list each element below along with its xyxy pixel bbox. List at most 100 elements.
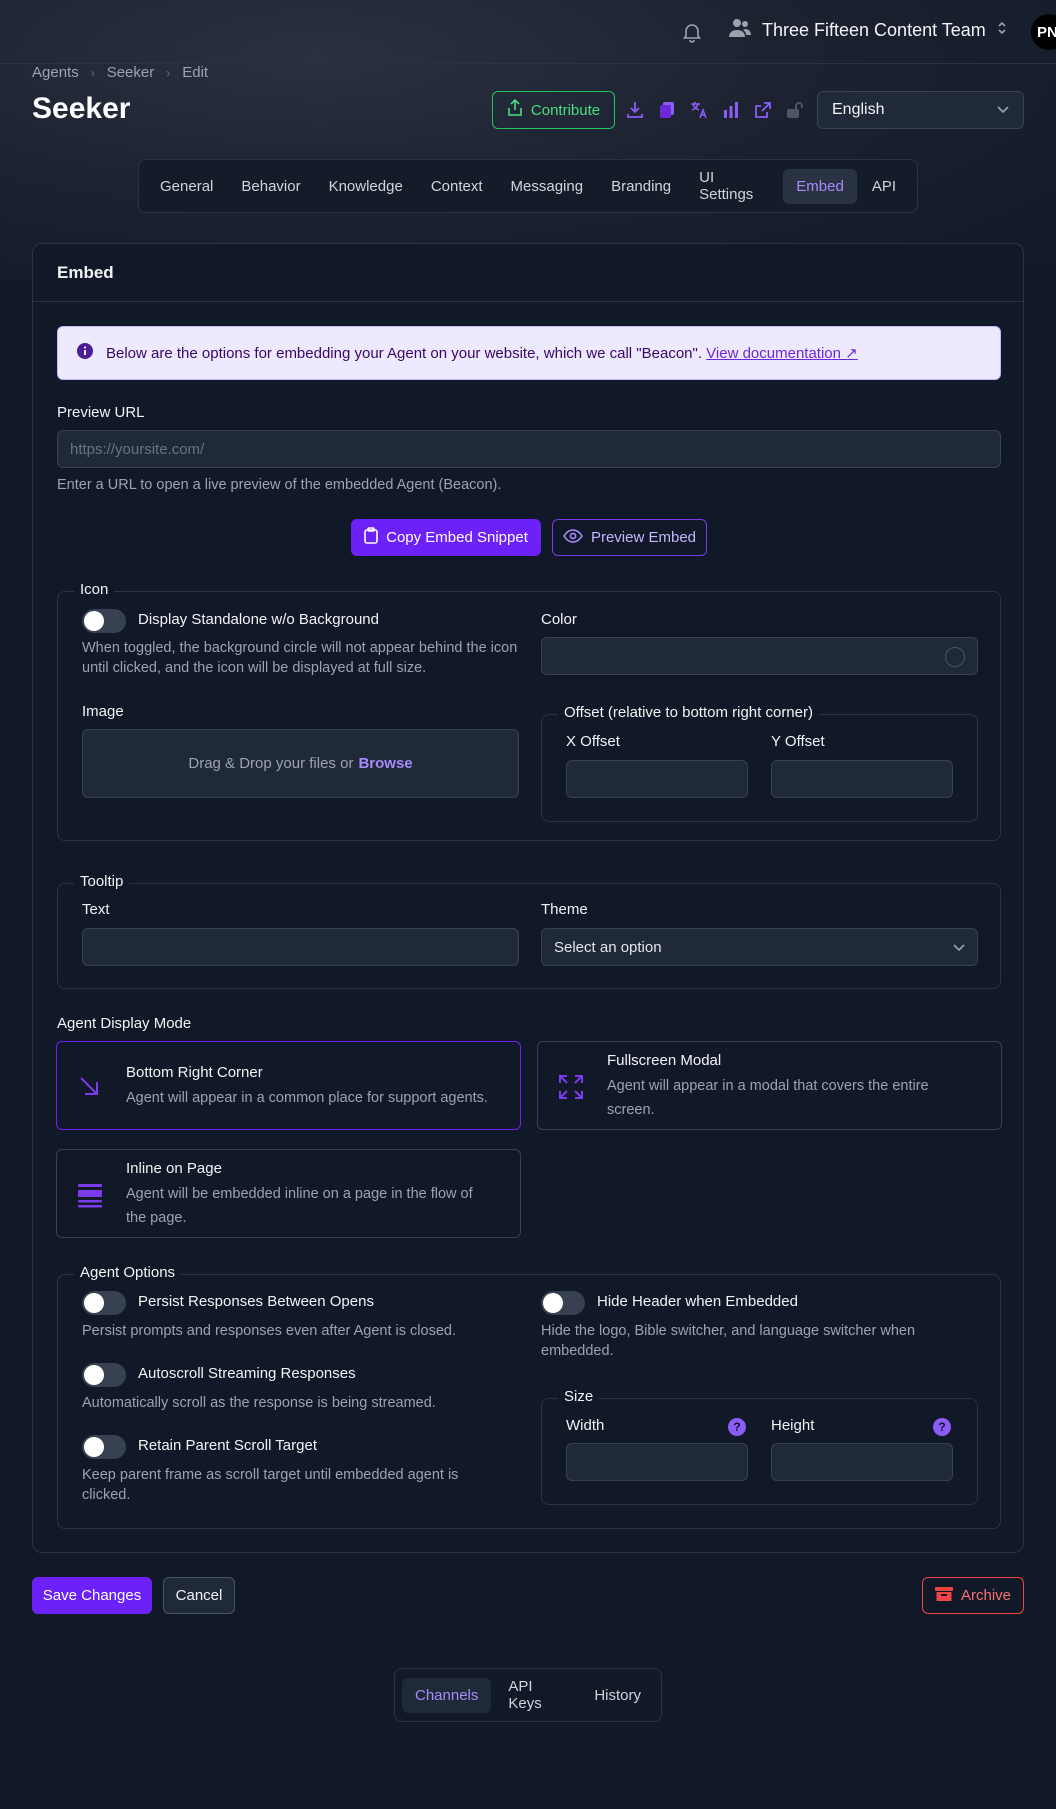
tab-channels[interactable]: Channels bbox=[402, 1677, 492, 1713]
embed-card: Embed Below are the options for embeddin… bbox=[32, 243, 1024, 1553]
card-title: Embed bbox=[33, 244, 1023, 302]
preview-url-input[interactable]: https://yoursite.com/ bbox=[57, 430, 1001, 468]
bottom-tabs: Channels API Keys History bbox=[394, 1668, 662, 1722]
breadcrumb-agents[interactable]: Agents bbox=[32, 64, 79, 81]
height-label: Height bbox=[771, 1417, 815, 1434]
image-label: Image bbox=[82, 703, 124, 720]
tab-branding[interactable]: Branding bbox=[598, 169, 684, 204]
mode-title: Bottom Right Corner bbox=[126, 1064, 263, 1081]
agent-options-fieldset: Agent Options Persist Responses Between … bbox=[57, 1264, 1001, 1529]
avatar[interactable]: PN bbox=[1031, 14, 1056, 50]
expand-icon bbox=[556, 1072, 586, 1102]
color-swatch-icon bbox=[945, 647, 965, 667]
info-icon bbox=[76, 342, 94, 364]
bell-icon[interactable] bbox=[680, 20, 704, 44]
mode-fullscreen-modal[interactable]: Fullscreen Modal Agent will appear in a … bbox=[537, 1041, 1002, 1130]
tab-behavior[interactable]: Behavior bbox=[228, 169, 313, 204]
team-switcher[interactable]: Three Fifteen Content Team bbox=[728, 18, 1008, 43]
persist-responses-hint: Persist prompts and responses even after… bbox=[82, 1323, 456, 1339]
retain-scroll-label: Retain Parent Scroll Target bbox=[138, 1437, 317, 1454]
chart-icon[interactable] bbox=[720, 99, 742, 121]
download-icon[interactable] bbox=[624, 99, 646, 121]
chevron-right-icon: › bbox=[90, 65, 95, 80]
tooltip-fieldset: Tooltip Text Theme Select an option bbox=[57, 873, 1001, 989]
language-select[interactable]: English bbox=[817, 91, 1024, 129]
language-value: English bbox=[832, 101, 885, 118]
mode-inline-on-page[interactable]: Inline on Page Agent will be embedded in… bbox=[56, 1149, 521, 1238]
share-icon bbox=[507, 98, 523, 121]
hide-header-label: Hide Header when Embedded bbox=[597, 1293, 798, 1310]
tab-embed[interactable]: Embed bbox=[783, 168, 857, 204]
x-offset-label: X Offset bbox=[566, 733, 620, 750]
tooltip-theme-select[interactable]: Select an option bbox=[541, 928, 978, 966]
tab-context[interactable]: Context bbox=[418, 169, 496, 204]
autoscroll-label: Autoscroll Streaming Responses bbox=[138, 1365, 356, 1382]
persist-responses-toggle[interactable] bbox=[82, 1291, 126, 1315]
translate-icon[interactable] bbox=[688, 99, 710, 121]
preview-url-hint: Enter a URL to open a live preview of th… bbox=[57, 477, 502, 493]
external-link-icon[interactable] bbox=[752, 99, 774, 121]
autoscroll-hint: Automatically scroll as the response is … bbox=[82, 1395, 436, 1411]
copy-embed-snippet-label: Copy Embed Snippet bbox=[386, 529, 528, 546]
preview-url-label: Preview URL bbox=[57, 404, 145, 421]
mode-title: Fullscreen Modal bbox=[607, 1052, 722, 1069]
agent-options-legend: Agent Options bbox=[74, 1264, 182, 1281]
chevron-updown-icon bbox=[996, 20, 1008, 41]
tooltip-legend: Tooltip bbox=[74, 873, 130, 890]
tooltip-text-label: Text bbox=[82, 901, 110, 918]
info-banner: Below are the options for embedding your… bbox=[57, 326, 1001, 380]
mode-title: Inline on Page bbox=[126, 1160, 222, 1177]
contribute-button[interactable]: Contribute bbox=[492, 91, 615, 129]
tab-api[interactable]: API bbox=[859, 169, 909, 204]
y-offset-input[interactable] bbox=[771, 760, 953, 798]
preview-embed-button[interactable]: Preview Embed bbox=[552, 519, 707, 556]
standalone-label: Display Standalone w/o Background bbox=[138, 611, 379, 628]
tooltip-theme-value: Select an option bbox=[554, 938, 662, 956]
team-name: Three Fifteen Content Team bbox=[762, 20, 986, 40]
tab-knowledge[interactable]: Knowledge bbox=[316, 169, 416, 204]
chevron-down-icon bbox=[953, 939, 965, 956]
tab-api-keys[interactable]: API Keys bbox=[495, 1669, 577, 1721]
contribute-label: Contribute bbox=[530, 101, 601, 119]
display-mode-label: Agent Display Mode bbox=[57, 1015, 192, 1032]
chevron-down-icon bbox=[997, 101, 1009, 119]
icon-legend: Icon bbox=[74, 581, 115, 598]
retain-scroll-toggle[interactable] bbox=[82, 1435, 126, 1459]
size-legend: Size bbox=[558, 1388, 600, 1405]
tooltip-text-input[interactable] bbox=[82, 928, 519, 966]
tab-messaging[interactable]: Messaging bbox=[498, 169, 597, 204]
lock-icon[interactable] bbox=[784, 99, 806, 121]
tab-history[interactable]: History bbox=[581, 1678, 654, 1713]
retain-scroll-hint: Keep parent frame as scroll target until… bbox=[82, 1467, 459, 1503]
hide-header-toggle[interactable] bbox=[541, 1291, 585, 1315]
browse-link[interactable]: Browse bbox=[358, 755, 412, 772]
top-bar: Three Fifteen Content Team PN bbox=[0, 0, 1056, 64]
image-dropzone[interactable]: Drag & Drop your files or Browse bbox=[82, 729, 519, 798]
height-input[interactable] bbox=[771, 1443, 953, 1481]
mode-bottom-right-corner[interactable]: Bottom Right Corner Agent will appear in… bbox=[56, 1041, 521, 1130]
standalone-toggle[interactable] bbox=[82, 609, 126, 633]
archive-button[interactable]: Archive bbox=[922, 1577, 1024, 1614]
eye-icon bbox=[563, 528, 583, 547]
help-icon[interactable]: ? bbox=[933, 1418, 951, 1436]
info-text: Below are the options for embedding your… bbox=[106, 345, 702, 362]
copy-embed-snippet-button[interactable]: Copy Embed Snippet bbox=[351, 519, 541, 556]
view-documentation-link[interactable]: View documentation ↗ bbox=[706, 345, 858, 362]
breadcrumb-seeker[interactable]: Seeker bbox=[107, 64, 155, 81]
save-changes-button[interactable]: Save Changes bbox=[32, 1577, 152, 1614]
copy-icon[interactable] bbox=[656, 99, 678, 121]
x-offset-input[interactable] bbox=[566, 760, 748, 798]
icon-fieldset: Icon Display Standalone w/o Background W… bbox=[57, 581, 1001, 841]
tab-general[interactable]: General bbox=[147, 169, 226, 204]
tab-ui-settings[interactable]: UI Settings bbox=[686, 160, 781, 212]
color-input[interactable] bbox=[541, 637, 978, 675]
help-icon[interactable]: ? bbox=[728, 1418, 746, 1436]
y-offset-label: Y Offset bbox=[771, 733, 825, 750]
mode-desc: Agent will be embedded inline on a page … bbox=[126, 1186, 473, 1226]
users-icon bbox=[728, 18, 752, 43]
width-input[interactable] bbox=[566, 1443, 748, 1481]
width-label: Width bbox=[566, 1417, 605, 1434]
cancel-button[interactable]: Cancel bbox=[163, 1577, 235, 1614]
offset-fieldset: Offset (relative to bottom right corner)… bbox=[541, 704, 978, 822]
autoscroll-toggle[interactable] bbox=[82, 1363, 126, 1387]
